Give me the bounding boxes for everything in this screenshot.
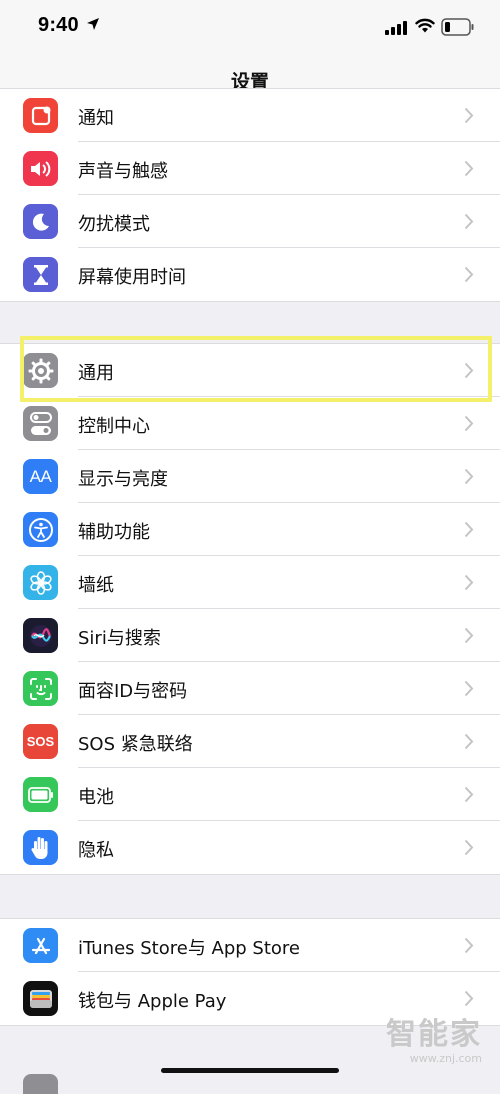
watermark-logo: 智能家 <box>386 1017 482 1052</box>
settings-row-siri[interactable]: Siri与搜索 <box>0 609 500 662</box>
status-time: 9:40 <box>38 14 79 36</box>
chevron-right-icon <box>464 415 474 432</box>
status-bar: 9:40 <box>0 0 500 54</box>
text-size-icon: AA <box>23 459 58 494</box>
toggles-icon <box>23 406 58 441</box>
row-label: 面容ID与密码 <box>78 681 188 702</box>
chevron-right-icon <box>464 468 474 485</box>
settings-row-accessibility[interactable]: 辅助功能 <box>0 503 500 556</box>
settings-group-2: 通用 控制中心 AA 显示与亮度 辅助功能 墙纸 Siri与搜索 面容ID与密码… <box>0 343 500 875</box>
chevron-right-icon <box>464 521 474 538</box>
row-label: Siri与搜索 <box>78 628 161 649</box>
chevron-right-icon <box>464 990 474 1007</box>
cellular-signal-icon <box>385 21 407 35</box>
settings-row-app-store[interactable]: iTunes Store与 App Store <box>0 919 500 972</box>
chevron-right-icon <box>464 266 474 283</box>
settings-row-face-id[interactable]: 面容ID与密码 <box>0 662 500 715</box>
chevron-right-icon <box>464 627 474 644</box>
wifi-icon <box>415 18 435 33</box>
row-label: SOS 紧急联络 <box>78 734 193 755</box>
chevron-right-icon <box>464 107 474 124</box>
row-label: 声音与触感 <box>78 161 168 182</box>
settings-row-screen-time[interactable]: 屏幕使用时间 <box>0 248 500 301</box>
sos-icon-text: SOS <box>26 734 55 749</box>
chevron-right-icon <box>464 213 474 230</box>
chevron-right-icon <box>464 574 474 591</box>
settings-row-display[interactable]: AA 显示与亮度 <box>0 450 500 503</box>
row-label: 隐私 <box>78 840 114 861</box>
row-label: 墙纸 <box>78 575 114 596</box>
next-row-icon <box>23 1074 58 1094</box>
chevron-right-icon <box>464 733 474 750</box>
settings-row-wallpaper[interactable]: 墙纸 <box>0 556 500 609</box>
row-label: 控制中心 <box>78 416 150 437</box>
settings-row-privacy[interactable]: 隐私 <box>0 821 500 874</box>
battery-status-icon <box>441 18 474 36</box>
flower-icon <box>23 565 58 600</box>
chevron-right-icon <box>464 786 474 803</box>
row-label: iTunes Store与 App Store <box>78 938 301 959</box>
app-store-icon <box>23 928 58 963</box>
hand-icon <box>23 830 58 865</box>
sos-icon: SOS <box>23 724 58 759</box>
chevron-right-icon <box>464 160 474 177</box>
battery-icon <box>23 777 58 812</box>
chevron-right-icon <box>464 839 474 856</box>
chevron-right-icon <box>464 937 474 954</box>
settings-row-battery[interactable]: 电池 <box>0 768 500 821</box>
home-indicator[interactable] <box>161 1068 339 1073</box>
chevron-right-icon <box>464 680 474 697</box>
notifications-icon <box>23 98 58 133</box>
siri-icon <box>23 618 58 653</box>
highlight-box <box>20 336 492 402</box>
row-label: 电池 <box>78 787 114 808</box>
accessibility-icon <box>23 512 58 547</box>
settings-row-emergency-sos[interactable]: SOS SOS 紧急联络 <box>0 715 500 768</box>
settings-group-3: iTunes Store与 App Store 钱包与 Apple Pay <box>0 918 500 1026</box>
row-label: 勿扰模式 <box>78 214 150 235</box>
watermark: 智能家 www.znj.com <box>386 1018 482 1066</box>
speaker-icon <box>23 151 58 186</box>
row-label: 显示与亮度 <box>78 469 168 490</box>
face-id-icon <box>23 671 58 706</box>
row-label: 通知 <box>78 108 114 129</box>
row-label: 辅助功能 <box>78 522 150 543</box>
moon-icon <box>23 204 58 239</box>
text-size-glyph: AA <box>29 466 52 486</box>
wallet-icon <box>23 981 58 1016</box>
watermark-url: www.znj.com <box>409 1052 482 1065</box>
settings-row-control-center[interactable]: 控制中心 <box>0 397 500 450</box>
location-arrow-icon <box>87 18 99 30</box>
settings-row-notifications[interactable]: 通知 <box>0 89 500 142</box>
settings-group-1: 通知 声音与触感 勿扰模式 屏幕使用时间 <box>0 88 500 302</box>
row-label: 钱包与 Apple Pay <box>78 991 227 1012</box>
hourglass-icon <box>23 257 58 292</box>
settings-row-sounds[interactable]: 声音与触感 <box>0 142 500 195</box>
settings-row-do-not-disturb[interactable]: 勿扰模式 <box>0 195 500 248</box>
row-label: 屏幕使用时间 <box>78 267 186 288</box>
